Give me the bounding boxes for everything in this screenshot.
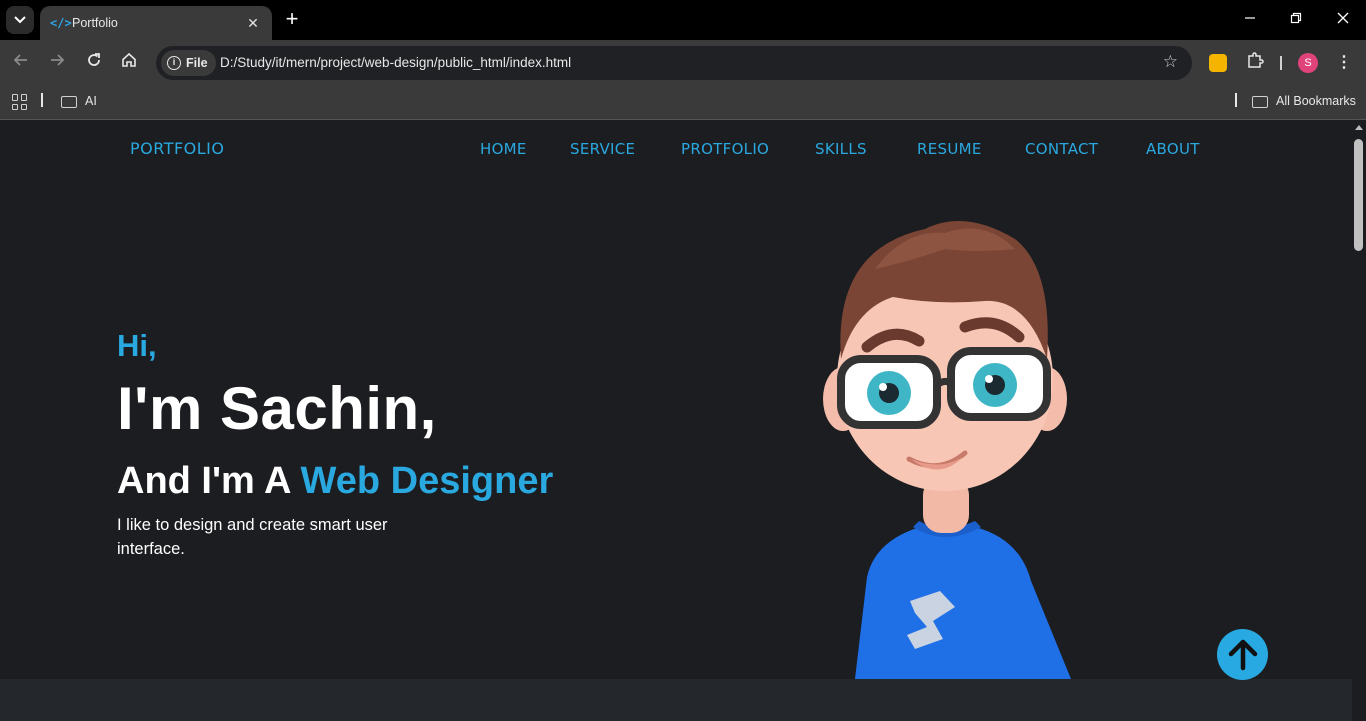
avatar-illustration bbox=[823, 221, 1071, 679]
close-tab-icon[interactable]: ✕ bbox=[244, 15, 262, 32]
minimize-icon bbox=[1245, 17, 1255, 19]
back-button[interactable] bbox=[8, 50, 34, 76]
hero-role-highlight: Web Designer bbox=[300, 460, 554, 502]
scroll-up-arrow-icon[interactable] bbox=[1355, 125, 1363, 130]
site-info-chip[interactable]: i File bbox=[161, 50, 216, 76]
profile-avatar[interactable]: S bbox=[1298, 53, 1318, 73]
tab-title: Portfolio bbox=[72, 16, 118, 30]
tab-search-button[interactable] bbox=[6, 6, 34, 34]
nav-service[interactable]: SERVICE bbox=[570, 140, 635, 158]
all-bookmarks-folder-icon bbox=[1252, 96, 1268, 108]
forward-button[interactable] bbox=[44, 50, 70, 76]
page-scrollbar[interactable] bbox=[1352, 121, 1366, 721]
scroll-to-top-button[interactable] bbox=[1217, 629, 1268, 680]
bookmark-star-icon[interactable]: ☆ bbox=[1163, 52, 1178, 72]
info-icon: i bbox=[167, 56, 181, 70]
nav-resume[interactable]: RESUME bbox=[917, 140, 982, 158]
hero-description: I like to design and create smart user i… bbox=[117, 516, 388, 558]
browser-menu-icon[interactable]: ⋮ bbox=[1334, 51, 1354, 75]
url-text[interactable]: D:/Study/it/mern/project/web-design/publ… bbox=[220, 55, 571, 70]
web-page: PORTFOLIO HOME SERVICE PROTFOLIO SKILLS … bbox=[0, 121, 1352, 721]
reload-icon bbox=[88, 53, 100, 66]
folder-icon bbox=[61, 96, 77, 108]
bookmarks-divider-right bbox=[1235, 93, 1237, 107]
code-icon: </> bbox=[50, 16, 72, 30]
close-icon bbox=[1337, 12, 1349, 24]
nav-home[interactable]: HOME bbox=[480, 140, 527, 158]
next-section-strip bbox=[0, 679, 1352, 721]
url-scheme-label: File bbox=[186, 56, 208, 70]
restore-icon bbox=[1290, 12, 1302, 24]
bookmarks-bar: AI All Bookmarks bbox=[0, 86, 1366, 120]
home-icon bbox=[122, 52, 136, 67]
arrow-left-icon bbox=[13, 54, 27, 66]
address-bar[interactable]: i File D:/Study/it/mern/project/web-desi… bbox=[156, 46, 1192, 80]
extensions-puzzle-icon[interactable] bbox=[1244, 51, 1266, 73]
nav-portfolio[interactable]: PROTFOLIO bbox=[681, 140, 769, 158]
browser-titlebar: </> Portfolio ✕ + bbox=[0, 0, 1366, 40]
hero-greeting: Hi, bbox=[117, 328, 157, 363]
all-bookmarks-button[interactable]: All Bookmarks bbox=[1276, 94, 1356, 108]
arrow-up-icon bbox=[1228, 639, 1257, 670]
arrow-right-icon bbox=[51, 54, 65, 66]
bookmarks-divider bbox=[41, 93, 43, 107]
minimize-button[interactable] bbox=[1238, 8, 1262, 32]
puzzle-icon bbox=[1248, 52, 1264, 68]
site-brand-link[interactable]: PORTFOLIO bbox=[130, 139, 225, 158]
nav-contact[interactable]: CONTACT bbox=[1025, 140, 1098, 158]
apps-grid-icon[interactable] bbox=[12, 94, 28, 110]
toolbar-divider bbox=[1280, 56, 1282, 70]
restore-button[interactable] bbox=[1284, 8, 1308, 32]
browser-toolbar: i File D:/Study/it/mern/project/web-desi… bbox=[0, 40, 1366, 86]
scrollbar-thumb[interactable] bbox=[1354, 139, 1363, 251]
new-tab-button[interactable]: + bbox=[280, 8, 304, 32]
home-button[interactable] bbox=[116, 50, 142, 76]
bookmark-folder-ai[interactable]: AI bbox=[85, 94, 97, 108]
nav-about[interactable]: ABOUT bbox=[1146, 140, 1200, 158]
hero-role-prefix: And I'm A bbox=[117, 460, 301, 502]
nav-skills[interactable]: SKILLS bbox=[815, 140, 867, 158]
hero-role: And I'm A Web Designer bbox=[117, 460, 553, 503]
browser-tab[interactable]: </> Portfolio ✕ bbox=[40, 6, 272, 40]
chevron-down-icon bbox=[14, 16, 26, 24]
close-window-button[interactable] bbox=[1331, 8, 1355, 32]
hero-name: I'm Sachin, bbox=[117, 375, 437, 442]
extension-icon[interactable] bbox=[1209, 54, 1227, 72]
reload-button[interactable] bbox=[81, 50, 107, 76]
